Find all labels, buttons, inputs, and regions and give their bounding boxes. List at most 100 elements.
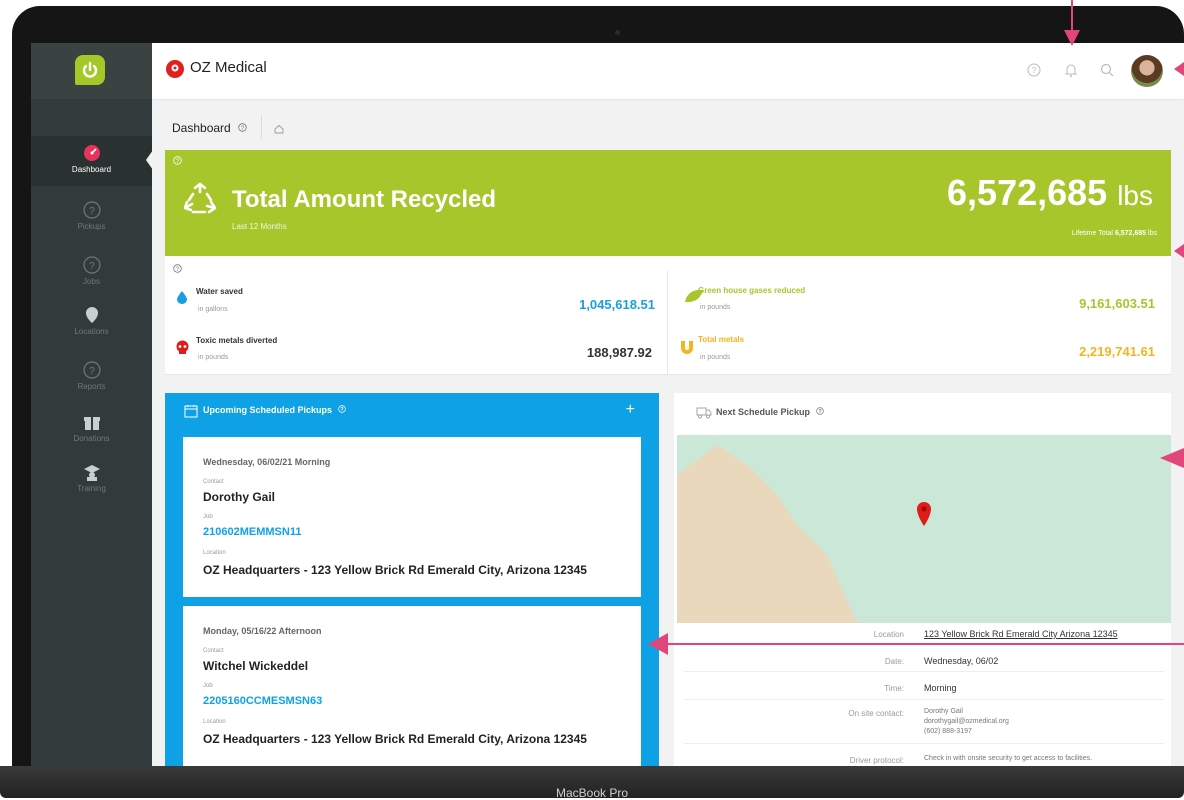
pickup-card[interactable]: Monday, 05/16/22 Afternoon Contact Witch… (183, 606, 641, 766)
contact-row-label: On site contact: (848, 709, 904, 718)
water-saved-unit: in gallons (198, 306, 228, 313)
hero-value-number: 6,572,685 (947, 172, 1108, 213)
search-icon[interactable] (1098, 61, 1116, 79)
lifetime-unit: lbs (1148, 230, 1157, 237)
sidebar-item-label: Pickups (77, 222, 106, 231)
greenhouse-value: 9,161,603.51 (1079, 296, 1155, 311)
calendar-icon (184, 405, 198, 418)
total-metals-unit: in pounds (700, 354, 731, 361)
sidebar-item-reports[interactable]: ? Reports (31, 353, 152, 403)
breadcrumb-divider (261, 115, 262, 139)
total-metals-label: Total metals (698, 335, 745, 344)
sidebar-item-dashboard[interactable]: Dashboard (31, 136, 153, 186)
sidebar-item-label: Training (77, 484, 106, 493)
contact-row-email[interactable]: dorothygail@ozmedical.org (924, 718, 1009, 725)
pickup-location: OZ Headquarters - 123 Yellow Brick Rd Em… (203, 732, 587, 746)
sidebar-item-locations[interactable]: Locations (31, 298, 152, 348)
water-saved-label: Water saved (196, 287, 243, 296)
power-logo-icon[interactable] (75, 55, 105, 85)
contact-row-phone[interactable]: (602) 888-3197 (924, 728, 972, 735)
map-terrain (677, 445, 857, 623)
help-circle-icon: ? (82, 361, 101, 379)
graduation-cap-icon (83, 465, 100, 481)
water-drop-icon (177, 291, 187, 304)
sidebar-item-label: Locations (74, 327, 109, 336)
brand-logo-icon (166, 60, 184, 78)
protocol-row-value: Check in with onsite security to get acc… (924, 755, 1093, 762)
hero-subtitle: Last 12 Months (232, 222, 287, 231)
protocol-row-label: Driver protocol: (849, 756, 904, 765)
pickups-title-text: Upcoming Scheduled Pickups (203, 405, 333, 415)
lifetime-label: Lifetime Total (1071, 230, 1113, 237)
recycle-icon (183, 182, 217, 214)
lifetime-total: Lifetime Total 6,572,685 lbs (1072, 230, 1157, 237)
pickup-job-link[interactable]: 210602MEMMSN11 (203, 526, 301, 538)
recycled-hero: ? Total Amount Recycled Last 12 Months 6… (165, 150, 1171, 256)
pickup-date: Wednesday, 06/02/21 Morning (203, 457, 331, 467)
hero-title: Total Amount Recycled (232, 186, 497, 213)
sidebar-item-donations[interactable]: Donations (31, 405, 152, 455)
sidebar-item-label: Jobs (83, 277, 100, 286)
annotation-arrow-avatar (1174, 62, 1184, 76)
svg-text:?: ? (89, 261, 95, 272)
map-pin-icon (85, 307, 98, 323)
toxic-metals-value: 188,987.92 (586, 345, 652, 360)
laptop-frame: MacBook Pro Dashboard ? Pickups ? Jobs L… (0, 0, 1184, 800)
job-label: Job (203, 683, 213, 689)
pickup-job-link[interactable]: 2205160CCMESMSN63 (203, 695, 322, 707)
sidebar: Dashboard ? Pickups ? Jobs Locations ? R… (31, 43, 153, 766)
info-icon[interactable]: ? (173, 264, 182, 273)
add-pickup-button[interactable]: + (626, 401, 635, 419)
info-icon[interactable]: ? (337, 405, 346, 413)
sidebar-item-label: Donations (73, 434, 110, 443)
sidebar-logo-area (31, 43, 152, 99)
pickup-map[interactable] (677, 435, 1171, 623)
pickups-title: Upcoming Scheduled Pickups ? (203, 405, 346, 415)
info-icon[interactable]: ? (173, 156, 182, 165)
date-row-label: Date: (884, 657, 904, 666)
stats-divider (667, 270, 668, 374)
greenhouse-unit: in pounds (700, 304, 731, 311)
annotation-arrow-bell (1064, 0, 1080, 46)
contact-label: Contact (203, 479, 224, 485)
help-icon[interactable]: ? (1025, 61, 1043, 79)
user-avatar[interactable] (1131, 55, 1163, 87)
info-icon[interactable]: ? (815, 407, 824, 415)
home-icon[interactable] (274, 124, 284, 134)
job-label: Job (203, 514, 213, 520)
hero-total-value: 6,572,685 lbs (947, 172, 1153, 214)
pickup-card[interactable]: Wednesday, 06/02/21 Morning Contact Doro… (183, 437, 641, 597)
sidebar-item-pickups[interactable]: ? Pickups (31, 193, 152, 243)
next-pickup-title: Next Schedule Pickup ? (716, 407, 824, 417)
svg-text:?: ? (89, 206, 95, 217)
location-label: Location (203, 550, 226, 556)
annotation-arrow-map (1160, 448, 1184, 468)
sidebar-item-jobs[interactable]: ? Jobs (31, 248, 152, 298)
info-icon[interactable]: ? (238, 123, 247, 132)
page-title: Dashboard (172, 121, 231, 135)
annotation-arrow-pickups (648, 633, 1184, 655)
toxic-metals-unit: in pounds (198, 354, 229, 361)
row-divider (684, 671, 1164, 672)
sidebar-item-training[interactable]: Training (31, 455, 152, 505)
contact-row-name: Dorothy Gail (924, 708, 963, 715)
breadcrumb: Dashboard ? (172, 121, 247, 135)
next-pickup-title-text: Next Schedule Pickup (716, 407, 811, 417)
skull-icon (176, 340, 189, 354)
lifetime-value: 6,572,685 (1114, 230, 1147, 237)
pickup-contact: Dorothy Gail (203, 490, 276, 504)
location-label: Location (203, 719, 226, 725)
brand-name: OZ Medical (190, 59, 267, 76)
time-row-label: Time: (884, 684, 904, 693)
environment-stats: ? Water saved in gallons 1,045,618.51 Gr… (165, 256, 1171, 375)
map-pin-icon[interactable] (916, 501, 932, 527)
help-circle-icon: ? (82, 256, 101, 274)
next-pickup-panel: Next Schedule Pickup ? Location 123 Yell… (674, 393, 1171, 766)
active-indicator (146, 150, 153, 170)
dashboard-gauge-icon (83, 145, 100, 161)
row-divider (684, 743, 1164, 744)
row-divider (684, 699, 1164, 700)
app-screen: Dashboard ? Pickups ? Jobs Locations ? R… (31, 43, 1184, 766)
pickup-date: Monday, 05/16/22 Afternoon (203, 626, 322, 636)
bell-icon[interactable] (1062, 61, 1080, 79)
